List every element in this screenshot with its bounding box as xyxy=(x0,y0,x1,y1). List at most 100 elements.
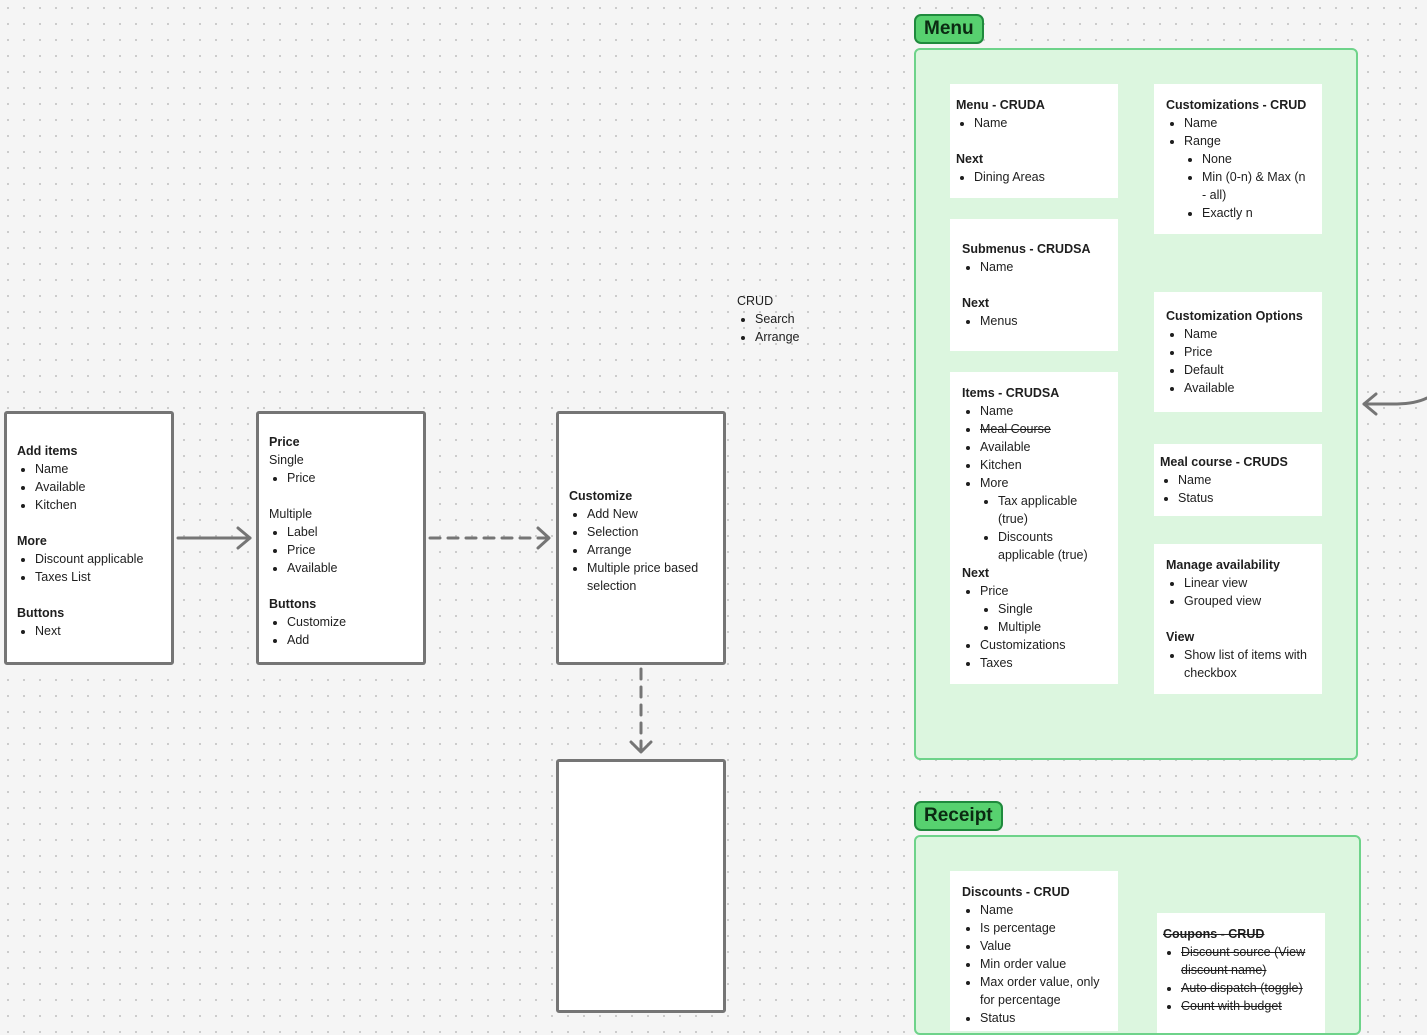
list-item: Menus xyxy=(980,312,1106,330)
availability-card-view-title: View xyxy=(1166,630,1195,644)
list-item: Available xyxy=(35,478,161,496)
price-buttons-list: Customize Add xyxy=(269,613,413,649)
availability-card: Manage availability Linear view Grouped … xyxy=(1154,544,1322,694)
list-item: Single xyxy=(998,600,1106,618)
list-item: Tax applicable (true) xyxy=(998,492,1106,528)
list-item: Is percentage xyxy=(980,919,1106,937)
price-multiple-title: Multiple xyxy=(269,507,313,521)
items-card-next: Price Single Multiple Customizations Tax… xyxy=(962,582,1106,672)
customizations-card-fields: Name Range None Min (0-n) & Max (n - all… xyxy=(1166,114,1310,222)
add-items-buttons-list: Next xyxy=(17,622,161,640)
list-item: Name xyxy=(1178,471,1310,489)
menu-card: Menu - CRUDA Name Next Dining Areas xyxy=(950,84,1118,198)
price-multiple-list: Label Price Available xyxy=(269,523,413,577)
list-item: Grouped view xyxy=(1184,592,1310,610)
list-item: Add xyxy=(287,631,413,649)
list-item: Price xyxy=(1184,343,1310,361)
items-card: Items - CRUDSA Name Meal Course Availabl… xyxy=(950,372,1118,684)
list-item-struck: Discount source (View discount name) xyxy=(1181,943,1313,979)
meal-course-card-title: Meal course - CRUDS xyxy=(1160,455,1288,469)
list-item: Name xyxy=(974,114,1106,132)
range-label: Range xyxy=(1184,134,1221,148)
price-title: Price xyxy=(269,435,300,449)
list-item: Min order value xyxy=(980,955,1106,973)
list-item: Price xyxy=(287,541,413,559)
list-item: Arrange xyxy=(587,541,713,559)
list-item: Status xyxy=(980,1009,1106,1027)
submenus-card-next: Menus xyxy=(962,312,1106,330)
items-price-sub: Single Multiple xyxy=(980,600,1106,636)
receipt-section-label: Receipt xyxy=(914,801,1003,831)
blank-frame xyxy=(556,759,726,1013)
list-item: Arrange xyxy=(755,328,857,346)
list-item: Customizations xyxy=(980,636,1106,654)
list-item: Taxes xyxy=(980,654,1106,672)
list-item-struck: Auto dispatch (toggle) xyxy=(1181,979,1313,997)
list-item: Min (0-n) & Max (n - all) xyxy=(1202,168,1310,204)
crud-note: CRUD Search Arrange xyxy=(737,292,857,346)
menu-section-label: Menu xyxy=(914,14,984,44)
customize-title: Customize xyxy=(569,489,633,503)
list-item: More Tax applicable (true) Discounts app… xyxy=(980,474,1106,564)
list-item: Range None Min (0-n) & Max (n - all) Exa… xyxy=(1184,132,1310,222)
items-more-sub: Tax applicable (true) Discounts applicab… xyxy=(980,492,1106,564)
list-item: Available xyxy=(1184,379,1310,397)
list-item: Name xyxy=(980,402,1106,420)
coupons-card-fields: Discount source (View discount name) Aut… xyxy=(1163,943,1313,1015)
list-item: Name xyxy=(1184,114,1310,132)
submenus-card-next-title: Next xyxy=(962,296,990,310)
list-item: Label xyxy=(287,523,413,541)
price-single-title: Single xyxy=(269,453,304,467)
menu-card-fields: Name xyxy=(956,114,1106,132)
list-item: Price xyxy=(287,469,413,487)
price-single-list: Price xyxy=(269,469,413,487)
coupons-card: Coupons - CRUD Discount source (View dis… xyxy=(1157,913,1325,1033)
price-frame: Price Single Price Multiple Label Price … xyxy=(256,411,426,665)
coupons-card-title: Coupons - CRUD xyxy=(1163,927,1265,941)
add-items-buttons-title: Buttons xyxy=(17,606,65,620)
list-item: Value xyxy=(980,937,1106,955)
list-item: Add New xyxy=(587,505,713,523)
add-items-title: Add items xyxy=(17,444,78,458)
list-item: Max order value, only for percentage xyxy=(980,973,1106,1009)
menu-card-title: Menu - CRUDA xyxy=(956,98,1045,112)
list-item-struck: Count with budget xyxy=(1181,997,1313,1015)
meal-course-card: Meal course - CRUDS Name Status xyxy=(1154,444,1322,516)
items-card-title: Items - CRUDSA xyxy=(962,386,1060,400)
list-item: Taxes List xyxy=(35,568,161,586)
list-item: Name xyxy=(980,258,1106,276)
crud-note-title: CRUD xyxy=(737,294,774,308)
list-item: Price Single Multiple xyxy=(980,582,1106,636)
list-item: Name xyxy=(35,460,161,478)
list-item: Discounts applicable (true) xyxy=(998,528,1106,564)
customize-list: Add New Selection Arrange Multiple price… xyxy=(569,505,713,595)
discounts-card: Discounts - CRUD Name Is percentage Valu… xyxy=(950,871,1118,1031)
list-item-struck: Meal Course xyxy=(980,420,1106,438)
list-item: None xyxy=(1202,150,1310,168)
list-item: Kitchen xyxy=(980,456,1106,474)
list-item: Selection xyxy=(587,523,713,541)
list-item: Available xyxy=(287,559,413,577)
items-more-label: More xyxy=(980,476,1009,490)
customizations-card: Customizations - CRUD Name Range None Mi… xyxy=(1154,84,1322,234)
list-item: Next xyxy=(35,622,161,640)
list-item: Dining Areas xyxy=(974,168,1106,186)
customize-frame: Customize Add New Selection Arrange Mult… xyxy=(556,411,726,665)
availability-card-title: Manage availability xyxy=(1166,558,1280,572)
list-item: Multiple price based selection xyxy=(587,559,713,595)
add-items-fields: Name Available Kitchen xyxy=(17,460,161,514)
crud-note-list: Search Arrange xyxy=(737,310,857,346)
items-price-label: Price xyxy=(980,584,1009,598)
add-items-more-title: More xyxy=(17,534,47,548)
customization-options-card: Customization Options Name Price Default… xyxy=(1154,292,1322,412)
submenus-card-title: Submenus - CRUDSA xyxy=(962,242,1091,256)
range-sub: None Min (0-n) & Max (n - all) Exactly n xyxy=(1184,150,1310,222)
list-item: Discount applicable xyxy=(35,550,161,568)
list-item: Status xyxy=(1178,489,1310,507)
list-item: Kitchen xyxy=(35,496,161,514)
arrow-right-incoming xyxy=(1362,396,1427,406)
items-card-next-title: Next xyxy=(962,566,990,580)
list-item: Multiple xyxy=(998,618,1106,636)
menu-card-next: Dining Areas xyxy=(956,168,1106,186)
list-item: Name xyxy=(1184,325,1310,343)
